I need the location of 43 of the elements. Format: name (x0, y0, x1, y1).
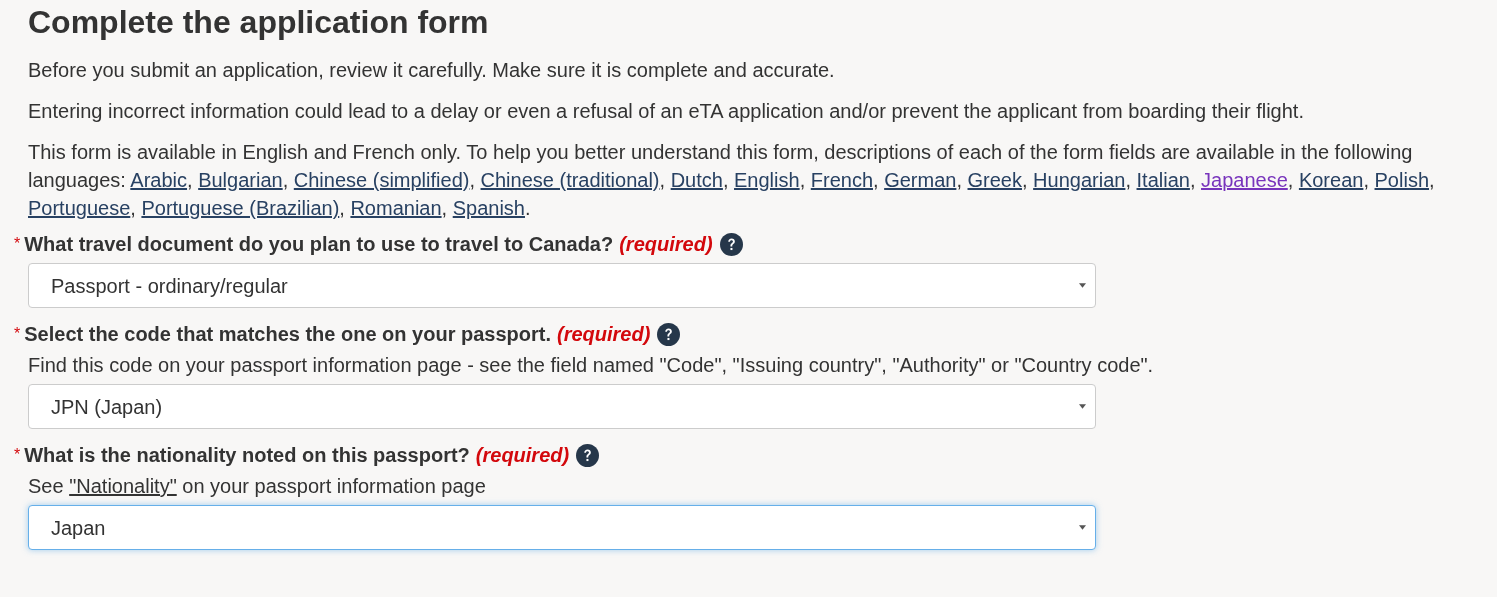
required-marker: * (14, 445, 21, 465)
required-label: (required) (475, 443, 570, 468)
required-label: (required) (619, 232, 713, 257)
language-link[interactable]: Korean (1298, 169, 1364, 191)
select-field[interactable]: Passport - ordinary/regular (28, 263, 1096, 308)
select-field[interactable]: Japan (28, 505, 1096, 550)
required-label: (required) (557, 322, 651, 347)
paragraph: Before you submit an application, review it carefully. Make sure it is complete and accurate. (28, 58, 836, 83)
language-link[interactable]: Romanian (350, 197, 442, 219)
page-title: Complete the application form (28, 3, 490, 41)
required-marker: * (14, 234, 21, 254)
help-icon[interactable] (719, 232, 743, 256)
language-link[interactable]: Polish (1374, 169, 1429, 191)
help-icon[interactable] (576, 443, 600, 467)
caret-icon (1079, 525, 1086, 530)
field-label: What travel document do you plan to use to travel to Canada? (24, 232, 614, 257)
language-link[interactable]: English (734, 169, 800, 191)
paragraph: Entering incorrect information could lead to a delay or even a refusal of an eTA application and/or prevent the applicant from boarding their flight. (28, 99, 1305, 124)
language-link[interactable]: Spanish (452, 197, 525, 219)
language-link[interactable]: Greek (967, 169, 1022, 191)
select-field[interactable]: JPN (Japan) (28, 384, 1096, 429)
language-link[interactable]: Bulgarian (198, 169, 283, 191)
language-link[interactable]: Hungarian (1033, 169, 1126, 191)
language-link[interactable]: Arabic (130, 169, 188, 191)
field-hint: See "Nationality" on your passport information page (28, 474, 487, 499)
hint-link[interactable]: "Nationality" (69, 475, 177, 497)
language-link[interactable]: Italian (1136, 169, 1190, 191)
language-link[interactable]: Portuguese (28, 197, 131, 219)
field-label: Select the code that matches the one on your passport. (24, 322, 551, 347)
language-link[interactable]: Japanese (1201, 169, 1288, 191)
language-link[interactable]: Portuguese (Brazilian) (141, 197, 340, 219)
help-icon[interactable] (657, 322, 681, 346)
language-link[interactable]: Chinese (traditional) (480, 169, 660, 191)
caret-icon (1079, 404, 1086, 409)
language-link[interactable]: Dutch (670, 169, 723, 191)
language-link[interactable]: Chinese (simplified) (293, 169, 470, 191)
language-link[interactable]: German (884, 169, 957, 191)
required-marker: * (14, 324, 21, 344)
field-hint: Find this code on your passport information page - see the field named "Code", "Issuing country", "Authority" or "Country code". (28, 353, 1155, 378)
paragraph: This form is available in English and French only. To help you better understand this form, descriptions of each of the form fields are available in the following languages: Arabic, Bulgarian, Chinese (simplified), Chinese (traditional), Dutch, English, French, German, Greek, Hungarian, Italian, Japanese, Korean, Polish, Portuguese, Portuguese (Brazilian), Romanian, Spanish. (28, 140, 1436, 221)
language-link[interactable]: French (810, 169, 873, 191)
field-label: What is the nationality noted on this passport? (24, 443, 470, 468)
caret-icon (1079, 283, 1086, 288)
